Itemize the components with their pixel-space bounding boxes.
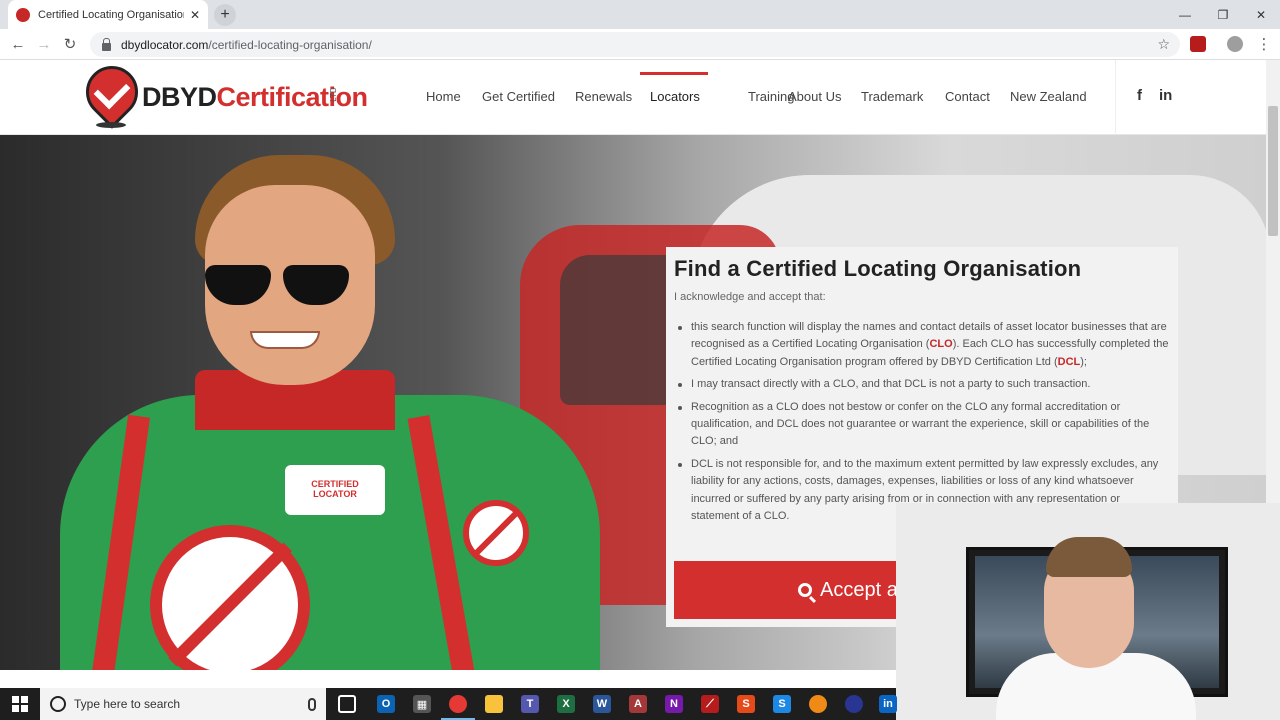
- presenter-hair: [1046, 537, 1132, 577]
- teams-icon[interactable]: T: [521, 695, 539, 713]
- patch-line2: LOCATOR: [313, 489, 357, 499]
- tab-title: Certified Locating Organisation -: [38, 8, 184, 21]
- minimize-icon[interactable]: —: [1166, 0, 1204, 29]
- clo-highlight: CLO: [929, 338, 953, 351]
- nav-home[interactable]: Home: [426, 89, 461, 109]
- nav-trademark[interactable]: Trademark: [861, 89, 923, 109]
- restore-icon[interactable]: ❐: [1204, 0, 1242, 29]
- reload-icon[interactable]: ↻: [58, 33, 82, 55]
- list-item: I may transact directly with a CLO, and …: [674, 376, 1170, 393]
- taskbar-search[interactable]: Type here to search: [40, 688, 326, 720]
- no-dig-badge-icon: [150, 525, 310, 670]
- browser-toolbar: ← → ↻ dbydlocator.com/certified-locating…: [0, 29, 1280, 60]
- hero-person-smile: [250, 331, 320, 349]
- card-title: Find a Certified Locating Organisation: [674, 256, 1082, 281]
- chrome-icon[interactable]: [449, 695, 467, 713]
- list-item: Recognition as a CLO does not bestow or …: [674, 399, 1170, 451]
- card-intro: I acknowledge and accept that:: [674, 291, 826, 303]
- url-host: dbydlocator.com: [121, 37, 209, 52]
- new-tab-button[interactable]: +: [214, 4, 236, 26]
- browser-menu-icon[interactable]: ⋮: [1252, 33, 1276, 55]
- scrollbar-thumb[interactable]: [1268, 106, 1278, 236]
- linkedin-icon[interactable]: in: [1159, 87, 1172, 104]
- logo-prefix: DBYD: [142, 82, 217, 112]
- linkedin-app-icon[interactable]: in: [879, 695, 897, 713]
- shield-icon[interactable]: [809, 695, 827, 713]
- acrobat-icon[interactable]: ⟋: [701, 695, 719, 713]
- back-icon[interactable]: ←: [6, 33, 30, 55]
- snagit-icon[interactable]: S: [773, 695, 791, 713]
- facebook-icon[interactable]: f: [1137, 87, 1142, 104]
- list-item: this search function will display the na…: [674, 319, 1170, 371]
- bookmark-star-icon[interactable]: ☆: [1157, 36, 1170, 53]
- file-explorer-icon[interactable]: [485, 695, 503, 713]
- calculator-icon[interactable]: ▦: [413, 695, 431, 713]
- access-icon[interactable]: A: [629, 695, 647, 713]
- window-close-icon[interactable]: ✕: [1242, 0, 1280, 29]
- search-icon: [798, 583, 812, 597]
- no-dig-sleeve-icon: [463, 500, 529, 566]
- outlook-icon[interactable]: O: [377, 695, 395, 713]
- windows-start-icon[interactable]: [12, 696, 28, 712]
- nav-locators[interactable]: Locators: [650, 89, 700, 109]
- browser-tab-strip: Certified Locating Organisation - ✕ + — …: [0, 0, 1280, 29]
- word-icon[interactable]: W: [593, 695, 611, 713]
- site-header: DBYDCertification LTD Home Get Certified…: [0, 55, 1266, 135]
- logo-main: Certification: [216, 82, 369, 112]
- dcl-highlight: DCL: [1057, 355, 1081, 368]
- windows-taskbar: Type here to search O ▦ T X W A N ⟋ S S …: [0, 688, 897, 720]
- logo-pin-shadow: [96, 122, 126, 128]
- nav-get-certified[interactable]: Get Certified: [482, 89, 555, 109]
- url-path: /certified-locating-organisation/: [208, 37, 372, 52]
- sketch-app-icon[interactable]: S: [737, 695, 755, 713]
- accept-button-label: Accept a: [820, 578, 898, 601]
- task-view-icon[interactable]: [338, 695, 356, 713]
- site-favicon-icon: [16, 7, 30, 22]
- nav-about-us[interactable]: About Us: [788, 89, 841, 109]
- onenote-icon[interactable]: N: [665, 695, 683, 713]
- microphone-icon[interactable]: [308, 697, 316, 711]
- tab-close-icon[interactable]: ✕: [190, 8, 200, 22]
- logo-suffix: LTD: [328, 87, 338, 102]
- taskbar-search-placeholder: Type here to search: [74, 697, 181, 711]
- nav-contact[interactable]: Contact: [945, 89, 990, 109]
- active-nav-indicator: [640, 72, 708, 75]
- header-divider: [1115, 60, 1116, 135]
- profile-extension-icon[interactable]: [1227, 36, 1243, 52]
- terms-list: this search function will display the na…: [674, 319, 1170, 530]
- certified-locator-patch: CERTIFIED LOCATOR: [285, 465, 385, 515]
- sunglasses-icon: [205, 265, 355, 307]
- hero-vehicle-window: [560, 255, 680, 405]
- nav-new-zealand[interactable]: New Zealand: [1010, 89, 1087, 109]
- forward-icon[interactable]: →: [32, 33, 56, 55]
- lock-icon: [102, 37, 111, 51]
- cortana-icon: [50, 696, 66, 712]
- globe-icon[interactable]: [845, 695, 863, 713]
- webcam-overlay: [896, 503, 1280, 720]
- excel-icon[interactable]: X: [557, 695, 575, 713]
- address-bar[interactable]: dbydlocator.com/certified-locating-organ…: [90, 32, 1180, 57]
- browser-tab[interactable]: Certified Locating Organisation - ✕: [8, 0, 208, 29]
- nav-renewals[interactable]: Renewals: [575, 89, 632, 109]
- pdf-extension-icon[interactable]: [1190, 36, 1206, 52]
